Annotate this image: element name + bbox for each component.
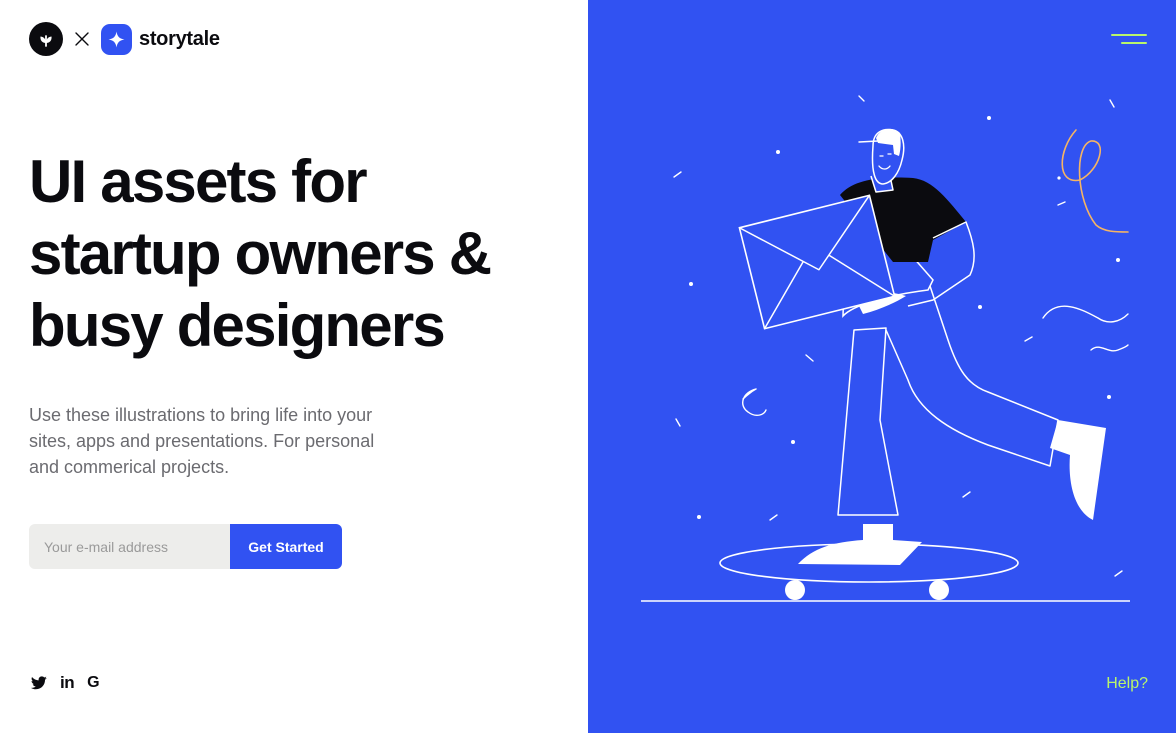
signup-form: Get Started: [29, 524, 342, 569]
email-input[interactable]: [29, 524, 230, 569]
description-line: and commerical projects.: [29, 457, 230, 477]
twitter-icon[interactable]: [31, 674, 47, 692]
get-started-button[interactable]: Get Started: [230, 524, 342, 569]
description-line: sites, apps and presentations. For perso…: [29, 431, 375, 451]
page-title: UI assets for startup owners & busy desi…: [29, 146, 569, 362]
description-line: Use these illustrations to bring life in…: [29, 405, 373, 425]
left-panel: storytale UI assets for startup owners &…: [0, 0, 588, 733]
hero-description: Use these illustrations to bring life in…: [29, 402, 399, 480]
google-icon[interactable]: G: [87, 674, 99, 692]
sprout-icon[interactable]: [29, 22, 63, 56]
times-icon: [71, 28, 93, 50]
linkedin-icon[interactable]: in: [60, 673, 75, 692]
skater-illustration: [641, 95, 1130, 602]
illustration-panel: Help?: [588, 0, 1176, 733]
brand-name[interactable]: storytale: [139, 28, 220, 51]
headline-line: busy designers: [29, 292, 446, 359]
sparkle-icon[interactable]: [101, 23, 132, 55]
brand-header: storytale: [29, 22, 220, 56]
social-links: in G: [31, 673, 100, 692]
headline-line: startup owners &: [29, 220, 492, 287]
help-link[interactable]: Help?: [1106, 675, 1148, 693]
headline-line: UI assets for: [29, 148, 368, 215]
